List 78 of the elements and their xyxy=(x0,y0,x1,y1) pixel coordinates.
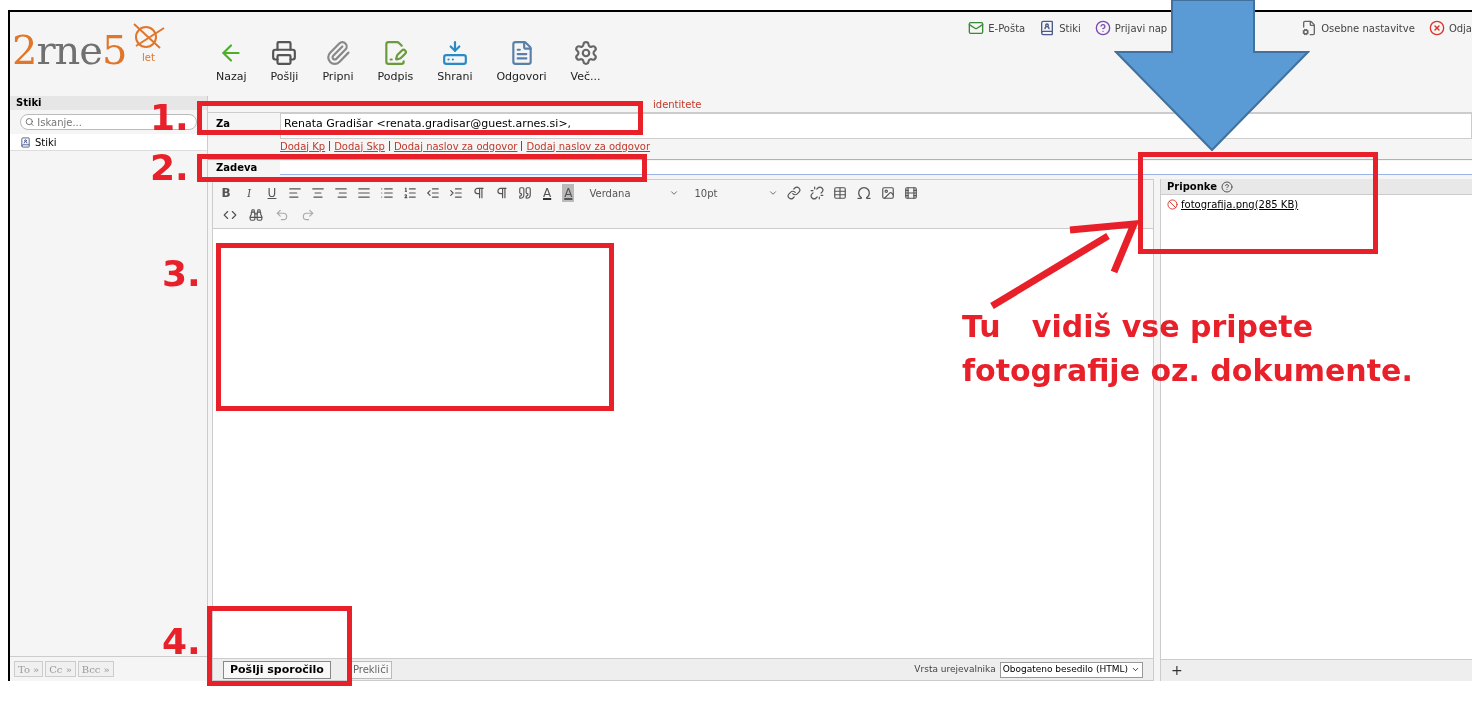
align-left-icon[interactable] xyxy=(288,186,302,200)
header-link[interactable]: Odja xyxy=(1428,20,1472,36)
omega-icon[interactable] xyxy=(856,185,873,201)
mail-icon[interactable] xyxy=(968,20,985,36)
image-icon[interactable] xyxy=(881,186,896,200)
bullet-list-icon[interactable] xyxy=(380,186,394,200)
outdent-icon[interactable] xyxy=(426,186,440,200)
address-book-icon xyxy=(20,136,31,148)
add-address-link[interactable]: Dodaj naslov za odgovor xyxy=(526,138,651,154)
attachment-link[interactable]: fotografija.png(285 KB) xyxy=(1181,196,1299,212)
gear-icon[interactable] xyxy=(572,40,599,66)
add-address-link[interactable]: Dodaj naslov za odgovor xyxy=(393,138,518,154)
send-button[interactable]: Pošlji sporočilo xyxy=(223,660,331,679)
table-icon[interactable] xyxy=(833,186,848,200)
align-right-icon[interactable] xyxy=(334,186,348,200)
toolbar-button[interactable]: Pošlji xyxy=(262,40,307,86)
printer-icon[interactable] xyxy=(271,40,298,66)
remove-icon[interactable] xyxy=(1167,198,1178,210)
add-address-link[interactable]: Dodaj Kp xyxy=(280,138,326,154)
pilcrow-icon[interactable] xyxy=(495,186,509,200)
pilcrow-icon[interactable] xyxy=(472,186,486,200)
numbered-list-icon[interactable] xyxy=(403,186,417,200)
attachments-title: Priponke xyxy=(1167,180,1217,194)
highlight-color-button[interactable]: A xyxy=(562,184,575,202)
close-icon[interactable] xyxy=(1428,20,1445,36)
help-icon[interactable] xyxy=(1221,180,1233,193)
add-address-link[interactable]: Dodaj Skp xyxy=(334,138,385,154)
editor-type-select[interactable]: Obogateno besedilo (HTML) xyxy=(999,661,1143,678)
editor-type-label: Vrsta urejevalnika xyxy=(914,662,996,676)
toolbar-button[interactable]: Shrani xyxy=(429,40,481,86)
subject-label: Zadeva xyxy=(215,161,259,175)
size-select[interactable]: 10pt xyxy=(694,185,779,201)
step-number: 2. xyxy=(150,150,189,186)
font-select[interactable]: Verdana xyxy=(589,185,680,201)
media-icon[interactable] xyxy=(904,186,919,200)
format-button[interactable]: B xyxy=(219,184,233,202)
code-icon[interactable] xyxy=(223,208,237,222)
header-link[interactable]: Osebne nastavitve xyxy=(1301,20,1415,36)
align-center-icon[interactable] xyxy=(311,186,325,200)
chevron-down-icon xyxy=(669,188,680,198)
to-label: Za xyxy=(215,117,231,131)
download-icon[interactable] xyxy=(441,40,468,66)
address-book-icon[interactable] xyxy=(1039,20,1056,36)
signature-icon[interactable] xyxy=(382,40,409,66)
align-justify-icon[interactable] xyxy=(357,186,371,200)
step-number: 3. xyxy=(162,256,201,292)
header-link[interactable]: Prijavi nap xyxy=(1094,20,1168,36)
subject-field[interactable] xyxy=(280,160,1472,175)
annotation-text: fotografije oz. dokumente. xyxy=(962,356,1413,386)
toolbar-button[interactable]: Nazaj xyxy=(208,40,255,86)
toolbar-button[interactable]: Več... xyxy=(562,40,609,86)
chevron-down-icon xyxy=(1131,665,1140,674)
unlink-icon[interactable] xyxy=(810,186,825,200)
annotation-text: Tu vidiš vse pripete xyxy=(962,312,1315,342)
help-icon[interactable] xyxy=(1094,20,1111,36)
sidebar-item[interactable]: Stiki xyxy=(10,134,207,150)
link-icon[interactable] xyxy=(787,186,802,200)
logo: 2rne5 xyxy=(12,30,127,70)
text-color-button[interactable]: A xyxy=(541,184,554,202)
paperclip-icon[interactable] xyxy=(324,40,351,66)
identity-link[interactable]: identitete xyxy=(653,96,702,112)
to-field[interactable]: Renata Gradišar <renata.gradisar@guest.arnes.si>, xyxy=(280,113,1472,139)
quote-icon[interactable] xyxy=(518,186,532,200)
format-button[interactable]: I xyxy=(242,184,256,202)
step-number: 4. xyxy=(162,624,201,660)
search-icon xyxy=(25,117,35,127)
header-link[interactable]: E-Pošta xyxy=(968,20,1026,36)
chevron-down-icon xyxy=(768,188,779,198)
header-link[interactable]: Stiki xyxy=(1039,20,1081,36)
indent-icon[interactable] xyxy=(449,186,463,200)
binoculars-icon[interactable] xyxy=(249,208,263,222)
toolbar-button[interactable]: Pripni xyxy=(314,40,362,86)
format-button[interactable]: U xyxy=(265,184,279,202)
toolbar-button[interactable]: Odgovori xyxy=(488,40,555,86)
toolbar-button[interactable]: Podpis xyxy=(369,40,422,86)
logo-subtitle: let xyxy=(142,51,155,65)
add-attachment-button[interactable]: + xyxy=(1171,660,1183,681)
document-icon[interactable] xyxy=(1301,20,1318,36)
